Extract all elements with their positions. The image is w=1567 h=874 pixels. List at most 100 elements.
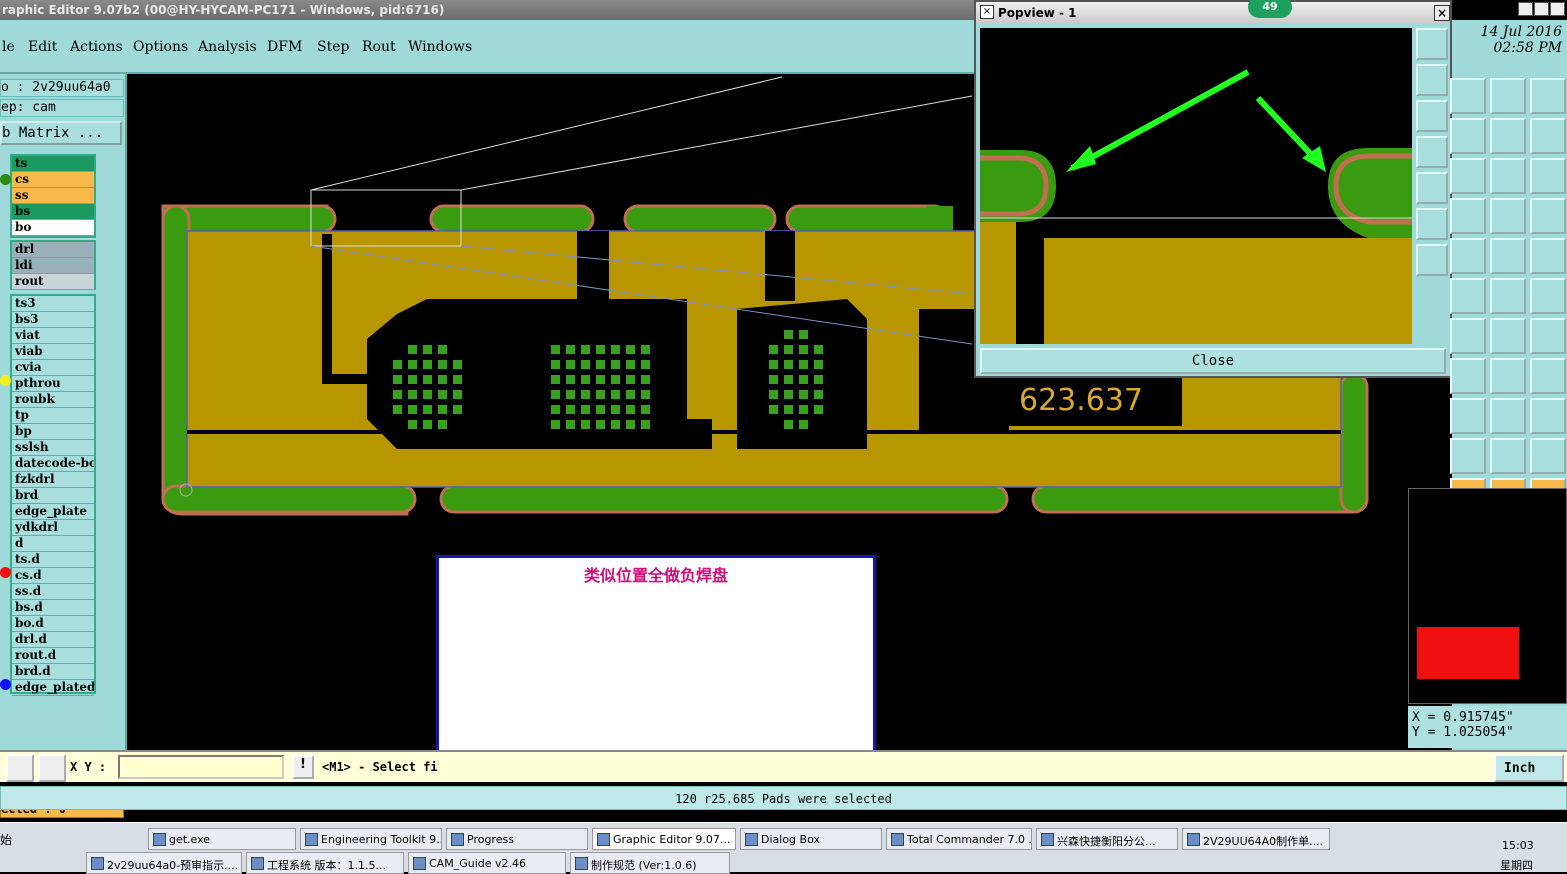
taskbar-item[interactable]: CAM_Guide v2.46 [408,852,566,874]
taskbar-item[interactable]: 工程系统 版本：1.1.5... [246,852,404,874]
tool-button[interactable] [1450,78,1486,114]
pv-tool-icon[interactable] [1416,208,1448,240]
layer-item[interactable]: bo.d [12,616,94,632]
layer-item[interactable]: cvia [12,360,94,376]
tool-button[interactable] [1450,398,1486,434]
layer-item[interactable]: rout.d [12,648,94,664]
layer-item[interactable]: d [12,536,94,552]
layer-item[interactable]: bs [12,204,94,220]
menu-file[interactable]: le [2,39,15,55]
taskbar-item[interactable]: Total Commander 7.0 ... [886,828,1032,850]
tool-button[interactable] [1530,398,1566,434]
menu-options[interactable]: Options [133,39,188,55]
taskbar-item[interactable]: Graphic Editor 9.07... [592,828,736,850]
pv-tool-icon[interactable] [1416,28,1448,60]
tool-button[interactable] [1530,118,1566,154]
menu-windows[interactable]: Windows [408,39,472,55]
tool-button[interactable] [1530,318,1566,354]
menu-analysis[interactable]: Analysis [198,39,257,55]
layer-item[interactable]: tp [12,408,94,424]
tool-button[interactable] [1490,118,1526,154]
pv-tool-icon[interactable] [1416,64,1448,96]
xy-input[interactable] [118,755,284,779]
layer-item[interactable]: brd [12,488,94,504]
layer-item[interactable]: ldi [12,258,94,274]
measure-icon[interactable] [6,754,34,782]
tool-button[interactable] [1490,318,1526,354]
layer-item[interactable]: pthrou [12,376,94,392]
popview-close-icon[interactable]: × [1434,5,1450,21]
taskbar-item[interactable]: 制作规范 (Ver:1.0.6) [570,852,730,874]
minimize-icon[interactable] [1518,2,1533,16]
units-select[interactable]: Inch [1494,754,1564,782]
tool-button[interactable] [1490,78,1526,114]
popview-close-button[interactable]: Close [980,348,1446,374]
tool-button[interactable] [1530,198,1566,234]
maximize-icon[interactable] [1534,2,1549,16]
tool-button[interactable] [1450,198,1486,234]
grid-icon[interactable] [38,754,66,782]
layer-item[interactable]: ss.d [12,584,94,600]
menu-dfm[interactable]: DFM [267,39,302,55]
layer-item[interactable]: cs.d [12,568,94,584]
layer-item[interactable]: roubk [12,392,94,408]
taskbar-item[interactable]: get.exe [148,828,296,850]
taskbar-item[interactable]: 2V29UU64A0制作单.... [1182,828,1330,850]
pv-tool-icon[interactable] [1416,172,1448,204]
layer-item[interactable]: bs3 [12,312,94,328]
layer-item[interactable]: fzkdrl [12,472,94,488]
layer-item[interactable]: datecode-bo [12,456,94,472]
layer-item[interactable]: bp [12,424,94,440]
tool-button[interactable] [1450,278,1486,314]
tool-button[interactable] [1490,198,1526,234]
tool-button[interactable] [1490,158,1526,194]
start-button[interactable]: 始 [0,831,12,848]
tool-button[interactable] [1490,358,1526,394]
layer-item[interactable]: ts3 [12,296,94,312]
overview-map[interactable] [1408,488,1567,704]
tool-button[interactable] [1490,438,1526,474]
tool-button[interactable] [1530,278,1566,314]
matrix-button[interactable]: b Matrix ... [0,121,122,145]
layer-item[interactable]: ts [12,156,94,172]
tool-button[interactable] [1490,398,1526,434]
layer-item[interactable]: drl.d [12,632,94,648]
taskbar-item[interactable]: Progress [446,828,588,850]
tool-button[interactable] [1450,438,1486,474]
tool-button[interactable] [1530,78,1566,114]
layer-item[interactable]: drl [12,242,94,258]
tool-button[interactable] [1450,238,1486,274]
layer-item[interactable]: ydkdrl [12,520,94,536]
pv-tool-icon[interactable] [1416,244,1448,276]
pv-tool-icon[interactable] [1416,136,1448,168]
tool-button[interactable] [1490,278,1526,314]
tool-button[interactable] [1450,358,1486,394]
layer-item[interactable]: brd.d [12,664,94,680]
layer-item[interactable]: ss [12,188,94,204]
layer-item[interactable]: rout [12,274,94,290]
layer-item[interactable]: bo [12,220,94,236]
tool-button[interactable] [1450,318,1486,354]
menu-actions[interactable]: Actions [70,39,123,55]
tool-button[interactable] [1530,238,1566,274]
taskbar-item[interactable]: Dialog Box [740,828,882,850]
layer-item[interactable]: viab [12,344,94,360]
close-icon[interactable] [1550,2,1565,16]
taskbar-item[interactable]: Engineering Toolkit 9.... [300,828,442,850]
tool-button[interactable] [1450,118,1486,154]
taskbar-item[interactable]: 2v29uu64a0-预审指示.... [86,852,242,874]
alert-icon[interactable]: ! [292,755,314,779]
layer-item[interactable]: viat [12,328,94,344]
layer-item[interactable]: cs [12,172,94,188]
layer-item[interactable]: edge_plated [12,680,94,696]
menu-edit[interactable]: Edit [28,39,57,55]
menu-step[interactable]: Step [317,39,349,55]
pv-tool-icon[interactable] [1416,100,1448,132]
tool-button[interactable] [1490,238,1526,274]
layer-item[interactable]: edge_plate [12,504,94,520]
menu-rout[interactable]: Rout [362,39,396,55]
popview-canvas[interactable] [980,28,1412,344]
tool-button[interactable] [1530,158,1566,194]
tool-button[interactable] [1450,158,1486,194]
layer-item[interactable]: sslsh [12,440,94,456]
